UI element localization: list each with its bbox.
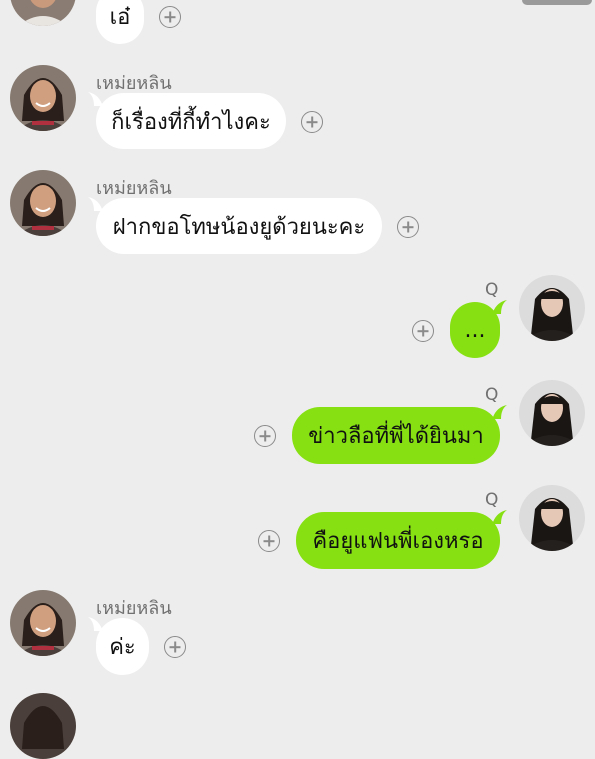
sender-name: Q xyxy=(485,385,499,405)
bubble-tail xyxy=(88,92,102,106)
avatar-meilin[interactable] xyxy=(10,693,76,759)
message-bubble[interactable]: เอ๋ xyxy=(96,0,144,44)
add-reaction-icon[interactable] xyxy=(159,6,181,28)
message-text: คือยูแฟนพี่เองหรอ xyxy=(312,529,484,554)
top-right-tab xyxy=(522,0,592,5)
sender-name: Q xyxy=(485,280,499,300)
message-bubble[interactable]: ก็เรื่องที่กี้ทำไงคะ xyxy=(96,93,286,149)
sender-name: Q xyxy=(485,490,499,510)
add-reaction-icon[interactable] xyxy=(258,530,280,552)
add-reaction-icon[interactable] xyxy=(164,636,186,658)
avatar-meilin[interactable] xyxy=(10,170,76,236)
message-text: ... xyxy=(464,317,486,343)
avatar-q[interactable] xyxy=(519,485,585,551)
bubble-tail xyxy=(493,510,507,524)
bubble-tail xyxy=(493,405,507,419)
message-text: ค่ะ xyxy=(109,635,136,660)
avatar-q[interactable] xyxy=(519,380,585,446)
bubble-tail xyxy=(88,197,102,211)
add-reaction-icon[interactable] xyxy=(254,425,276,447)
message-bubble[interactable]: ค่ะ xyxy=(96,618,149,675)
avatar-meilin[interactable] xyxy=(10,65,76,131)
message-bubble[interactable]: ข่าวลือที่พี่ได้ยินมา xyxy=(292,407,500,464)
sender-name: เหม่ยหลิน xyxy=(96,598,172,619)
add-reaction-icon[interactable] xyxy=(412,320,434,342)
message-bubble[interactable]: ... xyxy=(450,302,500,358)
avatar-q[interactable] xyxy=(519,275,585,341)
add-reaction-icon[interactable] xyxy=(397,216,419,238)
add-reaction-icon[interactable] xyxy=(301,111,323,133)
message-text: ก็เรื่องที่กี้ทำไงคะ xyxy=(111,109,271,135)
avatar-meilin[interactable] xyxy=(10,590,76,656)
message-text: ฝากขอโทษน้องยูด้วยนะคะ xyxy=(112,214,366,240)
message-text: เอ๋ xyxy=(109,4,131,30)
message-bubble[interactable]: คือยูแฟนพี่เองหรอ xyxy=(296,512,500,569)
avatar-meilin[interactable] xyxy=(10,0,76,26)
message-bubble[interactable]: ฝากขอโทษน้องยูด้วยนะคะ xyxy=(96,198,382,254)
message-text: ข่าวลือที่พี่ได้ยินมา xyxy=(308,424,484,449)
